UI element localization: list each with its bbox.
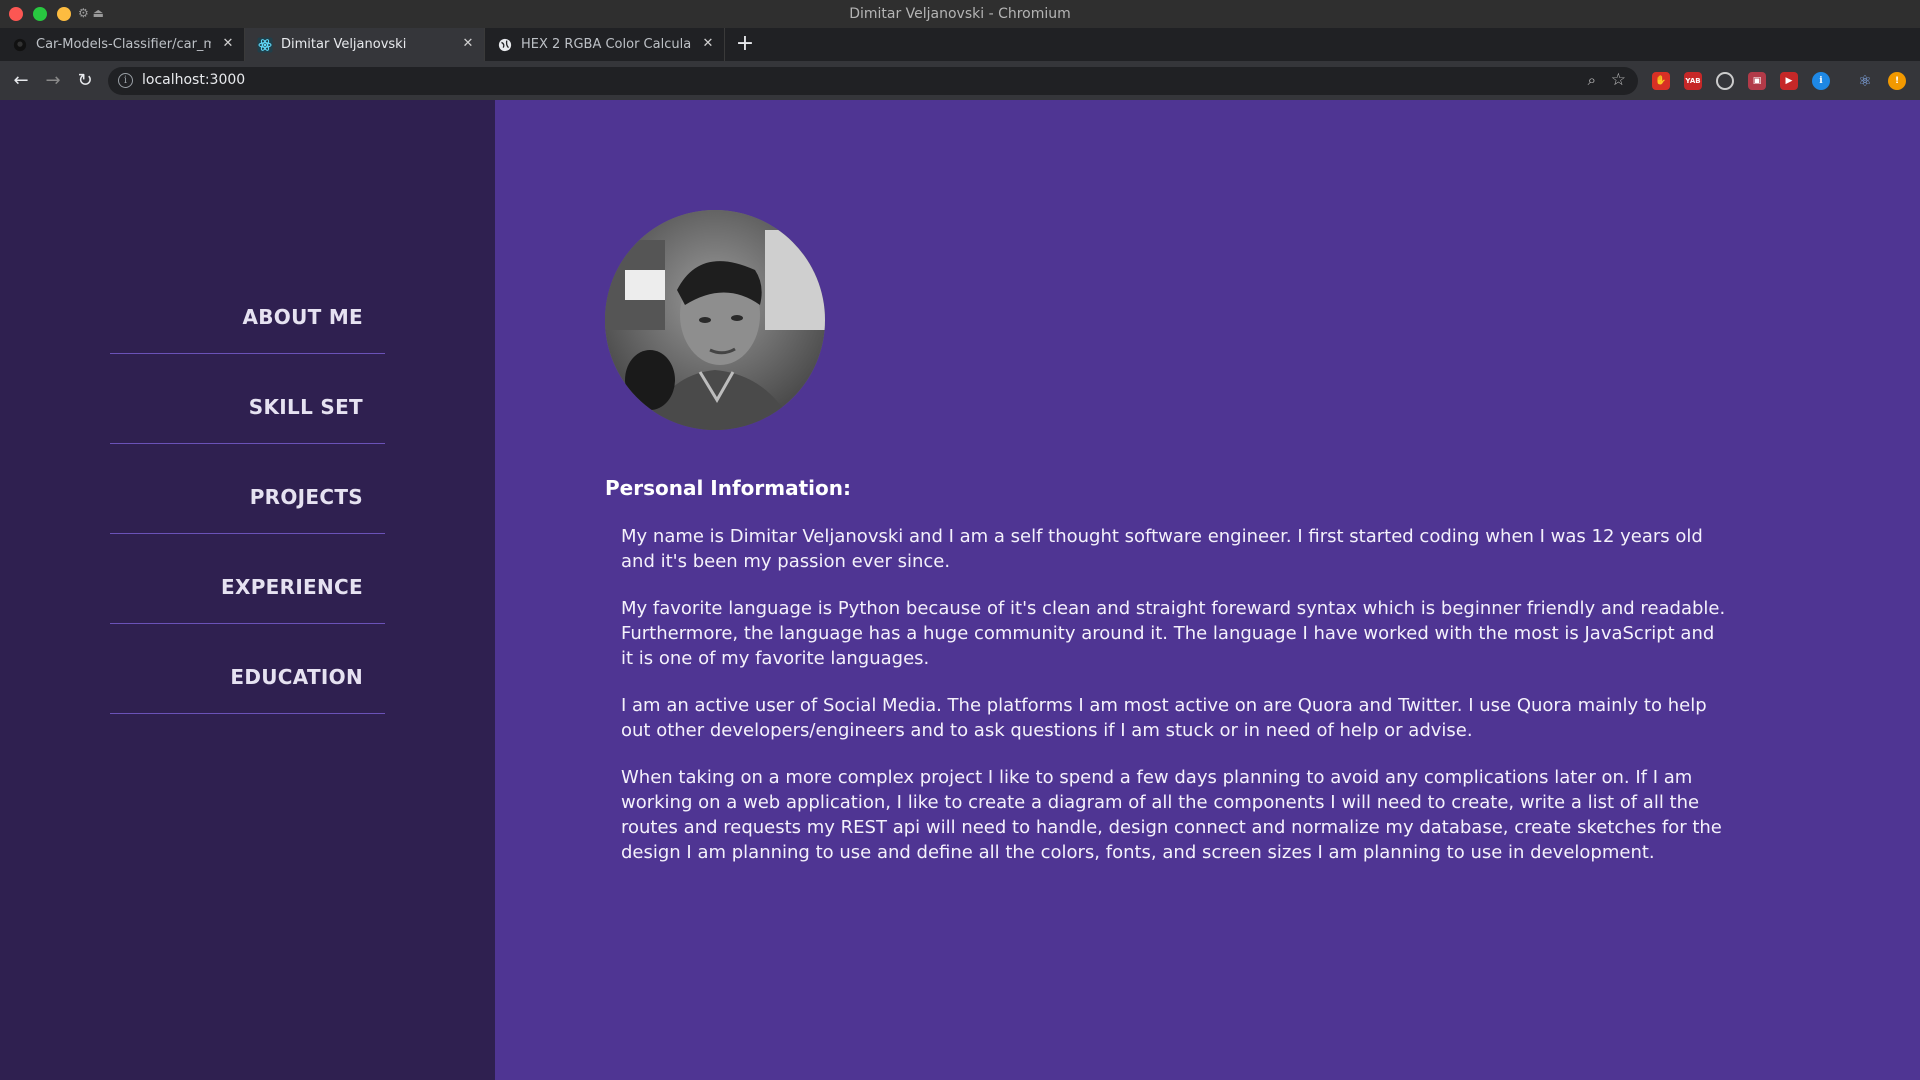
url-text[interactable]: localhost:3000	[142, 72, 245, 88]
about-paragraphs: My name is Dimitar Veljanovski and I am …	[621, 524, 1731, 887]
new-tab-button[interactable]: +	[732, 33, 758, 56]
extension-gift-icon[interactable]: ▣	[1748, 72, 1766, 90]
update-alert-icon[interactable]: !	[1888, 72, 1906, 90]
paragraph: When taking on a more complex project I …	[621, 767, 1722, 863]
site-info-icon[interactable]: i	[118, 73, 133, 88]
address-bar[interactable]: i localhost:3000 ⌕ ☆	[108, 67, 1638, 95]
react-icon	[257, 37, 273, 53]
back-arrow-icon[interactable]: ←	[9, 69, 33, 93]
window-title: Dimitar Veljanovski - Chromium	[849, 6, 1071, 22]
extension-adblock-icon[interactable]: ✋	[1652, 72, 1670, 90]
close-tab-icon[interactable]: ✕	[220, 36, 236, 52]
window-titlebar: ⚙ ⏏ Dimitar Veljanovski - Chromium	[0, 0, 1920, 28]
tab-dimitar-veljanovski[interactable]: Dimitar Veljanovski ✕	[245, 28, 485, 61]
tab-car-models-classifier[interactable]: Car-Models-Classifier/car_mo ✕	[0, 28, 245, 61]
paragraph: My name is Dimitar Veljanovski and I am …	[621, 526, 1703, 572]
tab-label: HEX 2 RGBA Color Calculator	[521, 37, 691, 52]
github-icon	[12, 37, 28, 53]
page-viewport: ABOUT ME SKILL SET PROJECTS EXPERIENCE E…	[0, 100, 1920, 1080]
extension-video-icon[interactable]: ▶	[1780, 72, 1798, 90]
forward-arrow-icon[interactable]: →	[41, 69, 65, 93]
sidebar-item-label: EXPERIENCE	[221, 575, 363, 599]
avatar	[605, 210, 825, 430]
tab-label: Dimitar Veljanovski	[281, 37, 407, 52]
sidebar-item-experience[interactable]: EXPERIENCE	[110, 534, 385, 624]
reload-icon[interactable]: ↻	[73, 69, 97, 93]
browser-toolbar: ← → ↻ i localhost:3000 ⌕ ☆ ✋ YAB ▣ ▶ i ⚛…	[0, 61, 1920, 100]
sidebar-item-projects[interactable]: PROJECTS	[110, 444, 385, 534]
sidebar-item-label: PROJECTS	[249, 485, 363, 509]
globe-icon	[497, 37, 513, 53]
main-content: Personal Information: My name is Dimitar…	[495, 100, 1920, 1080]
tab-label: Car-Models-Classifier/car_mo	[36, 37, 211, 52]
section-heading: Personal Information:	[605, 476, 851, 500]
tab-bar: Car-Models-Classifier/car_mo ✕ Dimitar V…	[0, 28, 1920, 61]
close-tab-icon[interactable]: ✕	[700, 36, 716, 52]
sidebar-item-education[interactable]: EDUCATION	[110, 624, 385, 714]
sidebar-item-label: EDUCATION	[230, 665, 363, 689]
extension-react-devtools-icon[interactable]: ⚛	[1856, 72, 1874, 90]
sidebar-nav: ABOUT ME SKILL SET PROJECTS EXPERIENCE E…	[0, 100, 495, 1080]
sidebar-item-label: SKILL SET	[248, 395, 363, 419]
extension-info-icon[interactable]: i	[1812, 72, 1830, 90]
sidebar-item-label: ABOUT ME	[242, 305, 363, 329]
sidebar-item-about-me[interactable]: ABOUT ME	[110, 264, 385, 354]
sidebar-item-skill-set[interactable]: SKILL SET	[110, 354, 385, 444]
extension-target-icon[interactable]	[1716, 72, 1734, 90]
tab-hex-rgba-calculator[interactable]: HEX 2 RGBA Color Calculator ✕	[485, 28, 725, 61]
paragraph: My favorite language is Python because o…	[621, 598, 1726, 669]
zoom-icon[interactable]: ⌕	[1588, 71, 1596, 89]
paragraph: I am an active user of Social Media. The…	[621, 695, 1707, 741]
close-tab-icon[interactable]: ✕	[460, 36, 476, 52]
extension-yab-icon[interactable]: YAB	[1684, 72, 1702, 90]
bookmark-star-icon[interactable]: ☆	[1611, 70, 1626, 90]
